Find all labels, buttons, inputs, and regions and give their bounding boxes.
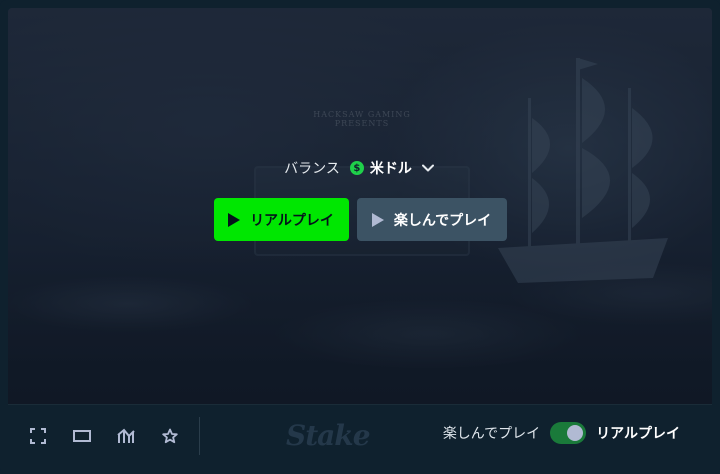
game-toolbar: Stake 楽しんでプレイ リアルプレイ — [8, 404, 712, 466]
fullscreen-icon — [30, 427, 46, 444]
balance-selector[interactable]: バランス $ 米ドル — [8, 158, 712, 178]
balance-label: バランス — [284, 161, 340, 177]
play-mode-toggle-group: 楽しんでプレイ リアルプレイ — [443, 422, 680, 444]
play-buttons: リアルプレイ 楽しんでプレイ — [8, 198, 712, 241]
fun-play-button[interactable]: 楽しんでプレイ — [356, 198, 507, 241]
real-play-button[interactable]: リアルプレイ — [213, 198, 349, 241]
game-frame: HACKSAW GAMING PRESENTS バランス $ 米ドル リアルプレ… — [0, 0, 720, 474]
chevron-down-icon[interactable] — [420, 160, 436, 176]
play-icon — [228, 212, 241, 227]
stats-button[interactable] — [111, 421, 141, 451]
fun-mode-label: 楽しんでプレイ — [442, 426, 541, 442]
real-play-label: リアルプレイ — [250, 212, 334, 229]
usd-coin-icon: $ — [349, 161, 364, 175]
star-icon — [162, 428, 178, 443]
fun-play-label: 楽しんでプレイ — [393, 212, 492, 229]
play-icon — [371, 212, 384, 227]
stats-icon — [117, 428, 135, 443]
play-panel: バランス $ 米ドル リアルプレイ 楽しんでプレイ — [8, 8, 712, 404]
fullscreen-button[interactable] — [23, 421, 53, 451]
theatre-mode-button[interactable] — [67, 421, 97, 451]
toggle-knob — [567, 425, 584, 441]
favorite-button[interactable] — [155, 421, 185, 451]
currency-value: 米ドル — [369, 161, 412, 177]
play-mode-toggle[interactable] — [550, 422, 587, 444]
stake-logo: Stake — [286, 419, 371, 452]
toolbar-divider — [199, 416, 200, 455]
theatre-mode-icon — [73, 429, 91, 442]
real-mode-label: リアルプレイ — [596, 426, 680, 442]
